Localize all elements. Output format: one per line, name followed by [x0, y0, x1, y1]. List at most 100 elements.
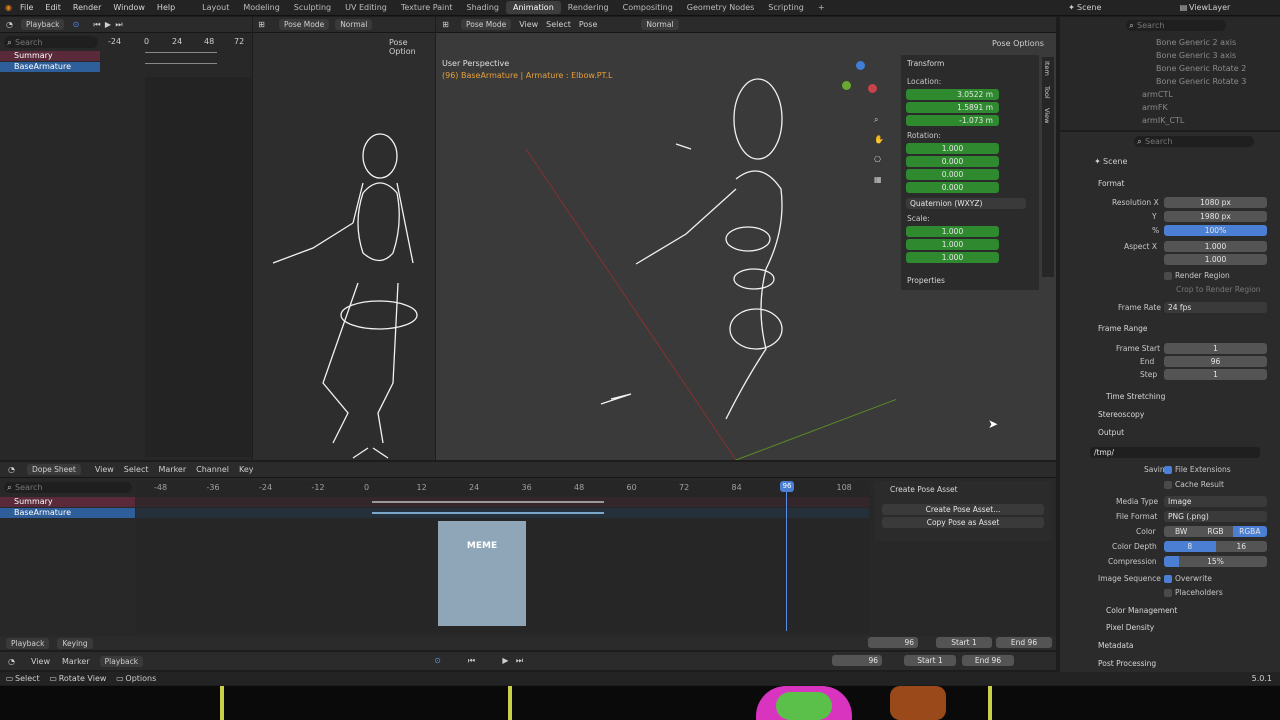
- jump-start-icon[interactable]: ⏮: [91, 19, 102, 30]
- dopesheet-search[interactable]: ⌕ Search: [4, 482, 132, 493]
- outliner-search[interactable]: ⌕ Search: [1126, 20, 1226, 31]
- channel-summary[interactable]: Summary: [0, 497, 135, 507]
- outliner-item[interactable]: armIK_CTL: [1142, 116, 1184, 125]
- dopesheet-menu-select[interactable]: Select: [124, 465, 149, 474]
- file-extensions-checkbox[interactable]: File Extensions: [1164, 465, 1231, 474]
- rotation-w-field[interactable]: 1.000: [906, 143, 999, 154]
- viewport-menu-view[interactable]: View: [519, 20, 538, 29]
- tab-modeling[interactable]: Modeling: [236, 1, 286, 14]
- tab-layout[interactable]: Layout: [195, 1, 236, 14]
- properties-search[interactable]: ⌕ Search: [1134, 136, 1254, 147]
- channel-summary[interactable]: Summary: [0, 51, 100, 61]
- stereoscopy-panel-header[interactable]: Stereoscopy: [1098, 410, 1144, 419]
- current-frame-field[interactable]: 96: [868, 637, 918, 648]
- transform-title[interactable]: Transform: [907, 59, 944, 68]
- format-panel-header[interactable]: Format: [1098, 179, 1124, 188]
- menu-help[interactable]: Help: [151, 3, 181, 12]
- tab-animation[interactable]: Animation: [505, 1, 561, 14]
- tab-view[interactable]: View: [1043, 108, 1051, 123]
- menu-file[interactable]: File: [14, 3, 39, 12]
- main-3d-viewport[interactable]: ⊞ Pose Mode View Select Pose Normal Pose…: [436, 17, 1056, 460]
- menu-render[interactable]: Render: [67, 3, 107, 12]
- frame-step-field[interactable]: 1: [1164, 369, 1267, 380]
- tab-shading[interactable]: Shading: [459, 1, 506, 14]
- output-path-field[interactable]: /tmp/: [1090, 447, 1260, 458]
- timeline-menu-playback[interactable]: Playback: [99, 655, 144, 667]
- tab-geometry-nodes[interactable]: Geometry Nodes: [680, 1, 761, 14]
- menu-window[interactable]: Window: [107, 3, 151, 12]
- scale-y-field[interactable]: 1.000: [906, 239, 999, 250]
- start-frame-field[interactable]: Start 1: [936, 637, 992, 648]
- keying-menu[interactable]: Keying: [57, 637, 93, 649]
- outliner-item[interactable]: armCTL: [1142, 90, 1173, 99]
- depth-8-option[interactable]: 8: [1164, 541, 1216, 552]
- editor-type-icon[interactable]: ◔: [6, 656, 17, 667]
- grid-toggle-icon[interactable]: ▦: [874, 175, 882, 184]
- scale-x-field[interactable]: 1.000: [906, 226, 999, 237]
- color-management-subpanel[interactable]: Color Management: [1106, 606, 1177, 615]
- scene-selector[interactable]: ✦ Scene: [1066, 2, 1101, 13]
- media-type-dropdown[interactable]: Image: [1164, 496, 1267, 507]
- blender-logo-icon[interactable]: ◉: [3, 2, 14, 13]
- play-icon[interactable]: ▶: [500, 655, 511, 666]
- rotation-x-field[interactable]: 0.000: [906, 156, 999, 167]
- compression-slider[interactable]: 15%: [1164, 556, 1267, 567]
- jump-end-icon[interactable]: ⏭: [514, 655, 525, 666]
- gizmo-y-axis[interactable]: [842, 81, 851, 90]
- viewport-type-icon[interactable]: ⊞: [256, 19, 267, 30]
- depth-16-option[interactable]: 16: [1215, 541, 1267, 552]
- tab-rendering[interactable]: Rendering: [561, 1, 616, 14]
- playback-menu[interactable]: Playback: [21, 19, 65, 30]
- record-icon[interactable]: ⊙: [70, 19, 81, 30]
- left-search-field[interactable]: ⌕ Search: [4, 36, 98, 48]
- gizmo-z-axis[interactable]: [856, 61, 865, 70]
- aspect-x-field[interactable]: 1.000: [1164, 241, 1267, 252]
- dopesheet-menu-channel[interactable]: Channel: [196, 465, 229, 474]
- camera-view-icon[interactable]: ⎔: [874, 155, 881, 164]
- end-frame-field[interactable]: End 96: [996, 637, 1052, 648]
- channel-basearmature[interactable]: BaseArmature: [0, 508, 135, 518]
- tab-texture-paint[interactable]: Texture Paint: [394, 1, 460, 14]
- dopesheet-ruler[interactable]: -48 -36 -24 -12 0 12 24 36 48 60 72 84 96 108: [136, 483, 869, 493]
- camera-shading-menu[interactable]: Normal: [335, 19, 373, 30]
- color-rgba-option[interactable]: RGBA: [1232, 526, 1267, 537]
- outliner-item[interactable]: Bone Generic 2 axis: [1156, 38, 1236, 47]
- metadata-panel-header[interactable]: Metadata: [1098, 641, 1134, 650]
- tab-item[interactable]: Item: [1043, 61, 1051, 76]
- resolution-y-field[interactable]: 1980 px: [1164, 211, 1267, 222]
- cache-result-checkbox[interactable]: Cache Result: [1164, 480, 1224, 489]
- placeholders-checkbox[interactable]: Placeholders: [1164, 588, 1223, 597]
- frame-range-panel-header[interactable]: Frame Range: [1098, 324, 1148, 333]
- resolution-x-field[interactable]: 1080 px: [1164, 197, 1267, 208]
- copy-pose-as-asset-button[interactable]: Copy Pose as Asset: [882, 517, 1044, 528]
- dopesheet-menu-view[interactable]: View: [95, 465, 114, 474]
- tab-scripting[interactable]: Scripting: [761, 1, 811, 14]
- viewport-pose-options[interactable]: Pose Options: [992, 39, 1044, 48]
- pan-hand-icon[interactable]: ✋: [874, 135, 884, 144]
- output-panel-header[interactable]: Output: [1098, 428, 1124, 437]
- crop-checkbox[interactable]: Crop to Render Region: [1176, 285, 1261, 294]
- rotation-mode-dropdown[interactable]: Quaternion (WXYZ): [906, 198, 1026, 209]
- end-frame-field[interactable]: End 96: [962, 655, 1014, 666]
- jump-end-icon[interactable]: ⏭: [113, 19, 124, 30]
- tab-compositing[interactable]: Compositing: [616, 1, 680, 14]
- outliner-item[interactable]: Bone Generic Rotate 2: [1156, 64, 1246, 73]
- playhead-line[interactable]: [786, 481, 787, 631]
- tab-sculpting[interactable]: Sculpting: [287, 1, 338, 14]
- rotation-y-field[interactable]: 0.000: [906, 169, 999, 180]
- frame-rate-dropdown[interactable]: 24 fps: [1164, 302, 1267, 313]
- location-x-field[interactable]: 3.0522 m: [906, 89, 999, 100]
- add-workspace-button[interactable]: +: [811, 1, 832, 14]
- current-frame-field[interactable]: 96: [832, 655, 882, 666]
- editor-type-icon[interactable]: ◔: [4, 19, 15, 30]
- dopesheet-menu-key[interactable]: Key: [239, 465, 254, 474]
- pose-asset-title[interactable]: Create Pose Asset: [890, 485, 958, 494]
- dopesheet-mode-menu[interactable]: Dope Sheet: [27, 464, 81, 475]
- jump-start-icon[interactable]: ⏮: [466, 655, 477, 666]
- viewport-menu-pose[interactable]: Pose: [579, 20, 598, 29]
- channel-basearmature[interactable]: BaseArmature: [0, 62, 100, 72]
- timeline-menu-marker[interactable]: Marker: [62, 657, 90, 666]
- tab-uv-editing[interactable]: UV Editing: [338, 1, 394, 14]
- playback-menu[interactable]: Playback: [6, 637, 50, 649]
- resolution-pct-field[interactable]: 100%: [1164, 225, 1267, 236]
